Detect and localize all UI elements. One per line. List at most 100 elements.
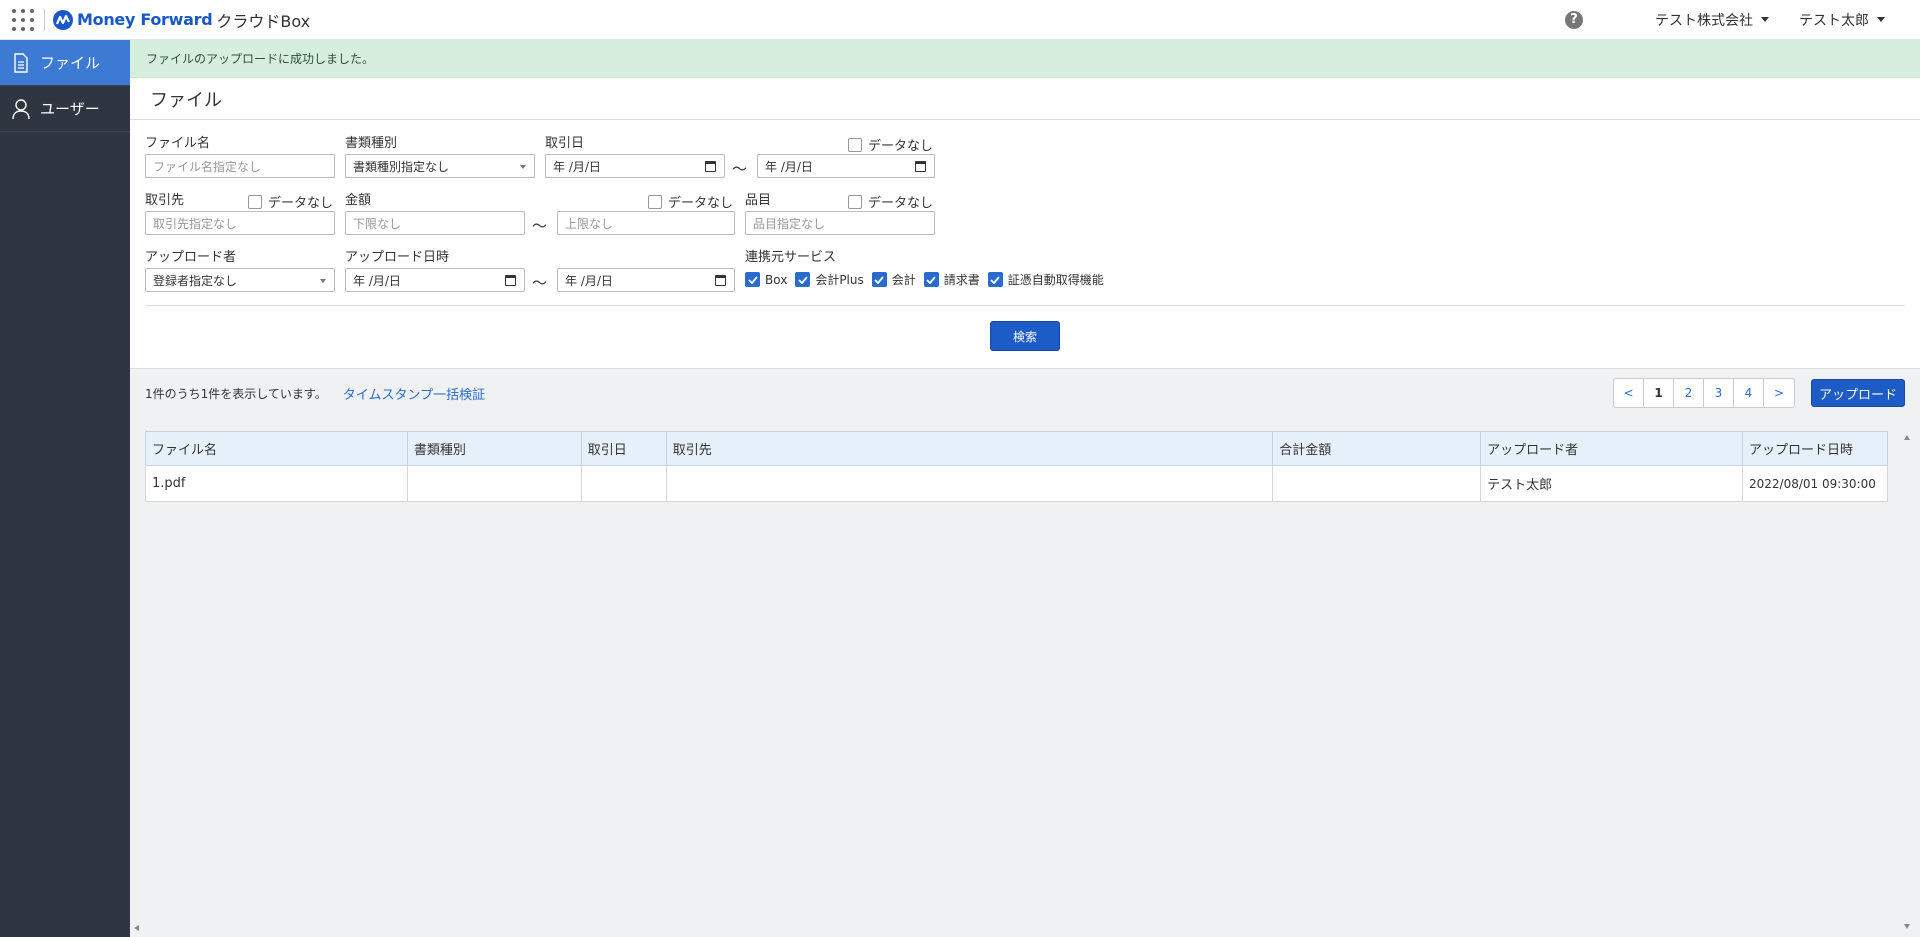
range-separator: 〜 — [732, 160, 748, 178]
field-label: 書類種別 — [345, 136, 398, 151]
pager-page-2[interactable]: 2 — [1674, 379, 1704, 407]
table-row[interactable]: 1.pdf テスト太郎 2022/08/01 09:30:00 — [145, 465, 1888, 502]
date-placeholder: 年 /月/日 — [353, 273, 401, 288]
calendar-icon[interactable] — [505, 274, 516, 286]
service-checkbox-kaikei[interactable]: 会計 — [871, 271, 916, 288]
doc-type-select[interactable]: 書類種別指定なし — [345, 154, 535, 178]
panel-divider — [145, 305, 1905, 306]
pager-prev[interactable]: < — [1614, 379, 1644, 407]
upload-date-from-input[interactable]: 年 /月/日 — [345, 268, 525, 292]
cell-file-name[interactable]: 1.pdf — [145, 465, 408, 502]
checkbox-label: 請求書 — [943, 273, 980, 287]
header-divider — [44, 8, 45, 31]
scroll-down-icon[interactable] — [1904, 924, 1910, 929]
upload-date-filter: アップロード日時 年 /月/日 — [345, 250, 525, 292]
main-content: ファイルのアップロードに成功しました。 ファイル ファイル名 ファイル名指定なし… — [130, 40, 1920, 937]
txn-date-to-input[interactable]: 年 /月/日 — [757, 154, 935, 178]
sidebar-item-files[interactable]: ファイル — [0, 40, 130, 86]
checkbox-label: 会計Plus — [815, 273, 864, 287]
field-label: 取引日 — [545, 136, 585, 151]
upload-button[interactable]: アップロード — [1811, 379, 1905, 407]
sidebar-item-users[interactable]: ユーザー — [0, 86, 130, 132]
txn-date-filter: 取引日 年 /月/日 — [545, 136, 725, 178]
page-title: ファイル — [150, 89, 222, 111]
checkbox-icon — [848, 194, 862, 209]
column-header-upload-date[interactable]: アップロード日時 — [1742, 431, 1888, 466]
user-menu[interactable]: テスト太郎 — [1799, 10, 1885, 30]
amount-min-input[interactable]: 下限なし — [345, 211, 525, 235]
logo[interactable]: Money Forward クラウドBox — [53, 8, 310, 32]
money-forward-logo-icon — [53, 9, 73, 30]
range-separator: 〜 — [532, 274, 548, 292]
bulk-timestamp-verify-link[interactable]: タイムスタンプ一括検証 — [343, 384, 485, 403]
app-switcher-grid-icon[interactable] — [12, 8, 34, 31]
column-header-partner[interactable]: 取引先 — [665, 431, 1274, 466]
company-menu[interactable]: テスト株式会社 — [1655, 10, 1769, 30]
sidebar: ファイル ユーザー — [0, 40, 130, 937]
result-count: 1件のうち1件を表示しています。 — [145, 386, 327, 401]
help-icon[interactable]: ? — [1565, 10, 1583, 29]
column-header-amount[interactable]: 合計金額 — [1272, 431, 1482, 466]
results-bar: 1件のうち1件を表示しています。 タイムスタンプ一括検証 < 1 2 3 4 >… — [145, 378, 1905, 408]
upload-date-to-input[interactable]: 年 /月/日 — [557, 268, 735, 292]
scroll-left-icon[interactable] — [134, 925, 139, 931]
item-input[interactable]: 品目指定なし — [745, 211, 935, 235]
column-header-txn-date[interactable]: 取引日 — [580, 431, 667, 466]
uploader-select[interactable]: 登録者指定なし — [145, 268, 335, 292]
calendar-icon[interactable] — [715, 274, 726, 286]
calendar-icon[interactable] — [915, 160, 926, 172]
cell-upload-date: 2022/08/01 09:30:00 — [1742, 465, 1888, 502]
checkbox-label: 証憑自動取得機能 — [1007, 273, 1104, 287]
txn-date-to-filter: 年 /月/日 — [757, 136, 935, 178]
item-nodata-checkbox[interactable]: データなし — [848, 192, 933, 211]
product-name: クラウドBox — [216, 11, 311, 31]
checkbox-icon — [248, 194, 262, 209]
search-button[interactable]: 検索 — [990, 321, 1060, 351]
cell-txn-date — [580, 465, 667, 502]
file-name-filter: ファイル名 ファイル名指定なし — [145, 136, 335, 178]
pager-page-3[interactable]: 3 — [1704, 379, 1734, 407]
sidebar-item-label: ファイル — [40, 54, 101, 72]
checkbox-checked-icon — [871, 272, 887, 287]
checkbox-checked-icon — [745, 272, 760, 287]
column-header-doc-type[interactable]: 書類種別 — [406, 431, 582, 466]
files-table: ファイル名 書類種別 取引日 取引先 合計金額 アップロード者 アップロード日時… — [145, 431, 1888, 502]
cell-partner — [665, 465, 1274, 502]
checkbox-label: Box — [765, 272, 788, 287]
amount-max-input[interactable]: 上限なし — [557, 211, 735, 235]
field-label: ファイル名 — [145, 136, 211, 151]
pager-page-4[interactable]: 4 — [1734, 379, 1764, 407]
chevron-down-icon — [1877, 17, 1885, 22]
partner-nodata-checkbox[interactable]: データなし — [248, 192, 333, 211]
amount-max-filter: 上限なし — [557, 193, 735, 235]
txn-date-from-input[interactable]: 年 /月/日 — [545, 154, 725, 178]
field-label: 連携元サービス — [745, 250, 837, 265]
pager-page-1[interactable]: 1 — [1644, 379, 1674, 407]
partner-input[interactable]: 取引先指定なし — [145, 211, 335, 235]
scroll-up-icon[interactable] — [1904, 435, 1910, 440]
range-separator: 〜 — [532, 217, 548, 235]
service-checkbox-invoice[interactable]: 請求書 — [923, 271, 980, 288]
checkbox-label: データなし — [868, 196, 934, 211]
date-placeholder: 年 /月/日 — [553, 159, 601, 174]
pager-next[interactable]: > — [1764, 379, 1794, 407]
calendar-icon[interactable] — [705, 160, 716, 172]
file-name-input[interactable]: ファイル名指定なし — [145, 154, 335, 178]
services-checkboxes: Box 会計Plus 会計 請求書 証憑自動取得機能 — [745, 271, 1112, 288]
service-checkbox-auto-receipt[interactable]: 証憑自動取得機能 — [987, 271, 1104, 288]
uploader-filter: アップロード者 登録者指定なし — [145, 250, 335, 292]
column-header-file-name[interactable]: ファイル名 — [145, 431, 408, 466]
service-checkbox-kaikei-plus[interactable]: 会計Plus — [795, 271, 864, 288]
document-icon — [10, 52, 32, 74]
checkbox-label: データなし — [268, 196, 334, 211]
field-label: アップロード者 — [145, 250, 237, 265]
column-header-uploader[interactable]: アップロード者 — [1480, 431, 1743, 466]
chevron-down-icon — [1761, 17, 1769, 22]
doc-type-filter: 書類種別 書類種別指定なし — [345, 136, 535, 178]
checkbox-checked-icon — [987, 272, 1003, 287]
service-checkbox-box[interactable]: Box — [745, 272, 787, 287]
upload-date-to-filter: 年 /月/日 — [557, 250, 735, 292]
user-name: テスト太郎 — [1799, 12, 1869, 29]
user-icon — [10, 98, 32, 120]
brand-name: Money Forward — [77, 10, 213, 29]
